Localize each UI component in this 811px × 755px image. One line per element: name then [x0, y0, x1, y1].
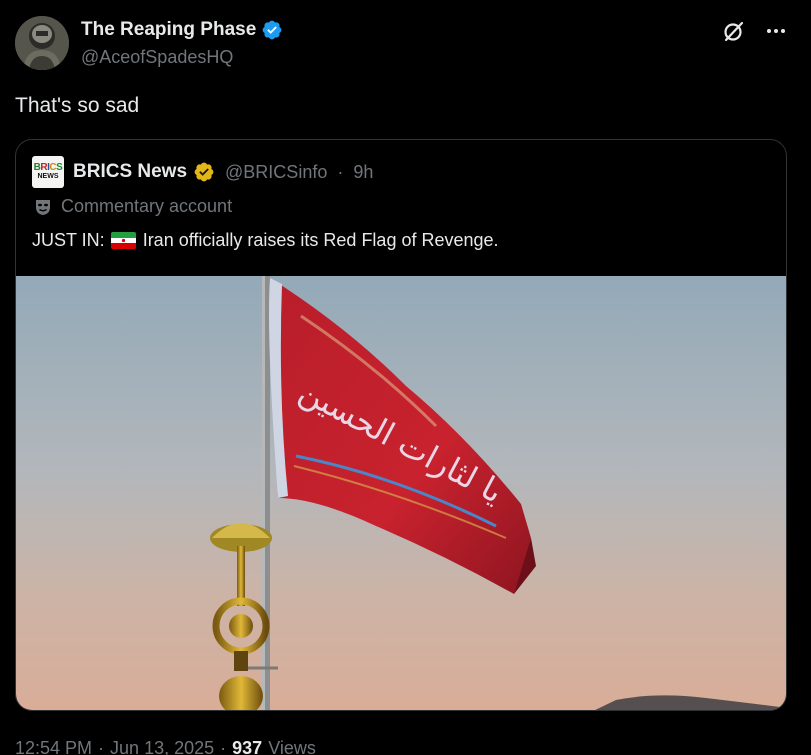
post-time[interactable]: 12:54 PM — [15, 738, 92, 755]
gold-verified-badge-icon — [194, 162, 214, 182]
mask-icon — [36, 199, 50, 215]
commentary-account-label: Commentary account — [34, 196, 232, 217]
quote-separator: · — [337, 161, 344, 182]
grok-icon[interactable] — [721, 18, 747, 44]
avatar[interactable] — [15, 16, 69, 70]
red-flag-photo[interactable]: يا لثارات الحسين — [16, 276, 787, 711]
brics-logo-subtext: NEWS — [37, 173, 59, 180]
quote-text: JUST IN: Iran officially raises its Red … — [32, 230, 499, 251]
author-display-name[interactable]: The Reaping Phase — [81, 19, 256, 41]
tweet: The Reaping Phase @AceofSpadesHQ That's … — [0, 0, 811, 755]
author-info: The Reaping Phase @AceofSpadesHQ — [81, 18, 283, 68]
quote-header: BRICS NEWS BRICS News @BRICSinfo · 9h — [32, 156, 373, 188]
meta-separator: · — [98, 738, 105, 755]
quote-time[interactable]: 9h — [353, 162, 373, 183]
top-actions — [721, 18, 789, 44]
quote-handle[interactable]: @BRICSinfo — [225, 162, 327, 183]
quote-text-prefix: JUST IN: — [32, 230, 105, 250]
iran-flag-icon — [110, 232, 136, 249]
tweet-text: That's so sad — [15, 94, 140, 117]
quote-display-name[interactable]: BRICS News — [73, 161, 187, 183]
commentary-label-text: Commentary account — [61, 196, 233, 216]
verified-badge-icon — [262, 20, 282, 40]
brics-news-logo[interactable]: BRICS NEWS — [32, 156, 64, 188]
views-label: Views — [268, 738, 316, 755]
views-count: 937 — [232, 738, 263, 755]
avatar-image — [15, 16, 69, 70]
meta-separator: · — [220, 738, 227, 755]
author-handle[interactable]: @AceofSpadesHQ — [81, 47, 283, 68]
more-icon[interactable] — [763, 18, 789, 44]
post-date[interactable]: Jun 13, 2025 — [110, 738, 214, 755]
tweet-metadata: 12:54 PM · Jun 13, 2025 · 937 Views — [15, 738, 316, 755]
quote-text-body: Iran officially raises its Red Flag of R… — [142, 230, 499, 250]
quoted-tweet[interactable]: BRICS NEWS BRICS News @BRICSinfo · 9h Co… — [15, 139, 787, 711]
brics-logo-text: BRICS — [33, 162, 63, 173]
